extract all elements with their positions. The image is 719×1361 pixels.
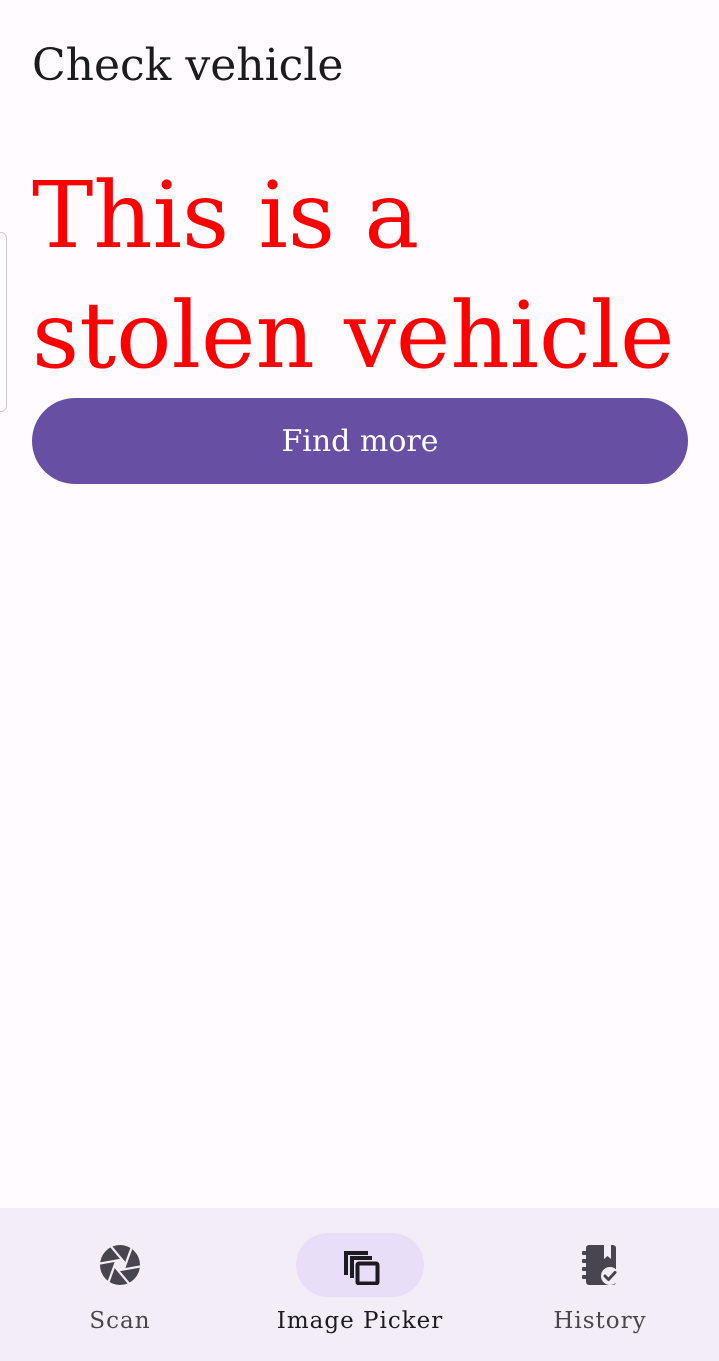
stolen-vehicle-message: This is a stolen vehicle: [32, 162, 675, 389]
bottom-navigation-bar: Scan Image Picker History: [0, 1208, 719, 1361]
side-drawer-handle[interactable]: [0, 232, 7, 412]
find-more-button[interactable]: Find more: [32, 398, 688, 484]
history-notebook-icon: [582, 1245, 619, 1285]
camera-shutter-icon: [100, 1245, 140, 1285]
image-picker-icon: [344, 1251, 380, 1285]
nav-item-image-picker[interactable]: Image Picker: [240, 1208, 480, 1361]
page-title: Check vehicle: [32, 40, 344, 91]
nav-item-history[interactable]: History: [480, 1208, 719, 1361]
nav-item-scan[interactable]: Scan: [0, 1208, 240, 1361]
nav-label-scan: Scan: [89, 1308, 151, 1334]
nav-label-image-picker: Image Picker: [276, 1308, 444, 1334]
nav-label-history: History: [553, 1308, 647, 1334]
